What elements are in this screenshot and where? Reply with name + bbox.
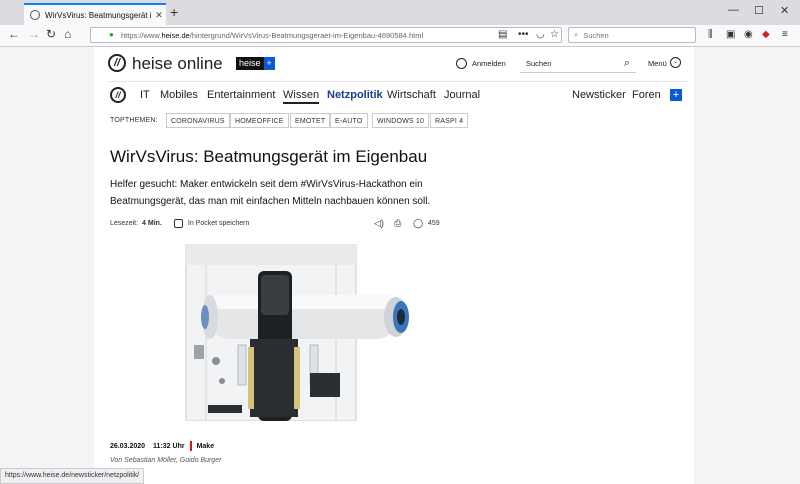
tab-title: WirVsVirus: Beatmungsgerät im [45,10,152,20]
plus-icon[interactable]: + [670,89,682,101]
library-icon[interactable]: ⫼ [708,29,713,40]
nav-item-wirtschaft[interactable]: Wirtschaft [387,89,436,101]
url-host: heise.de [161,30,190,40]
nav-item-entertainment[interactable]: Entertainment [207,89,275,101]
nav-item-newsticker[interactable]: Newsticker [572,89,626,101]
reader-view-icon[interactable]: ▤ [498,29,507,40]
nav-item-journal[interactable]: Journal [444,89,480,101]
user-icon[interactable] [456,58,467,69]
article-headline: WirVsVirus: Beatmungsgerät im Eigenbau [110,147,428,166]
search-icon[interactable]: ⌕ [624,57,630,70]
addon-icon[interactable]: ◆ [762,29,770,40]
login-link[interactable]: Anmelden [472,59,506,68]
comments-count[interactable]: 459 [428,220,440,227]
heise-plus-logo[interactable]: heise + [236,57,275,70]
pocket-icon[interactable] [173,219,183,228]
lock-icon: ● [109,30,114,39]
heise-plus-text: heise [239,58,261,68]
article-date: 26.03.2020 [110,442,146,450]
nav-item-it[interactable]: IT [140,89,150,101]
menu-button[interactable]: Menü [648,59,667,68]
tag-e-auto[interactable]: E-AUTO [330,113,368,128]
article-meta: Lesezeit: 4 Min. In Pocket speichern [110,219,249,228]
globe-icon [30,10,40,20]
pocket-toolbar-icon[interactable]: ◡ [536,29,545,40]
nav-item-netzpolitik[interactable]: Netzpolitik [327,89,383,101]
brand-title[interactable]: heise online [132,54,223,74]
article-dateline: 26.03.2020 11:32 Uhr Make [110,441,214,451]
article-section[interactable]: Make [197,443,215,450]
tag-windows-10[interactable]: WINDOWS 10 [372,113,430,128]
article-teaser: Helfer gesucht: Maker entwickeln seit de… [110,179,431,207]
close-window-icon[interactable]: ✕ [780,4,789,17]
site-search-placeholder: Suchen [526,59,552,68]
nav-item-mobiles[interactable]: Mobiles [160,89,198,101]
tag-raspi-4[interactable]: RASPI 4 [430,113,469,128]
speaker-icon[interactable]: ◁) [374,218,384,229]
topthemen-label: TOPTHEMEN: [110,117,158,124]
page-actions-icon[interactable]: ••• [518,29,529,40]
minimize-icon[interactable]: — [728,4,739,16]
close-tab-icon[interactable]: ✕ [152,10,166,21]
tag-homeoffice[interactable]: HOMEOFFICE [230,113,289,128]
heise-logo-small-icon[interactable]: // [110,87,126,103]
back-icon[interactable]: ← [8,27,20,41]
nav-divider [108,81,688,82]
article-time: 11:32 Uhr [153,442,185,450]
print-icon[interactable]: ⎙ [394,218,401,229]
article-authors: Von Sebastian Möller, Guido Burger [110,457,222,464]
pocket-save-link[interactable]: In Pocket speichern [188,220,249,227]
url-bar[interactable]: ● https://www. heise.de/hintergrund/WirVs… [90,27,562,43]
comment-icon[interactable]: ◯ [413,218,423,229]
home-icon[interactable]: ⌂ [64,27,71,41]
browser-search-input[interactable]: ⌕ Suchen [568,27,696,43]
article-image [110,241,440,421]
hamburger-menu-icon[interactable]: ≡ [782,29,788,40]
tag-emotet[interactable]: EMOTET [290,113,331,128]
url-prefix: https://www. [121,30,162,40]
extension-icon[interactable]: ◉ [744,29,753,40]
url-path: /hintergrund/WirVsVirus-Beatmungsgeraet-… [189,30,424,40]
maximize-icon[interactable]: ☐ [754,4,764,17]
bookmark-star-icon[interactable]: ☆ [550,29,559,40]
site-search-input[interactable]: Suchen ⌕ [520,55,636,73]
heise-logo-icon[interactable]: // [108,54,126,72]
heise-plus-sign: + [263,57,275,70]
reading-time: 4 Min. [142,220,162,227]
section-divider [189,441,192,451]
reload-icon[interactable]: ↻ [46,27,56,41]
browser-tab[interactable]: WirVsVirus: Beatmungsgerät im ✕ [24,3,166,25]
nav-item-wissen[interactable]: Wissen [283,89,320,104]
browser-search-placeholder: Suchen [583,30,609,40]
search-icon: ⌕ [574,30,579,39]
sidebar-icon[interactable]: ▣ [726,29,735,40]
nav-item-foren[interactable]: Foren [632,89,661,101]
new-tab-button[interactable]: + [170,4,178,20]
status-bar-url: https://www.heise.de/newsticker/netzpoli… [0,468,145,484]
reading-time-label: Lesezeit: [110,220,139,227]
chevron-down-icon[interactable]: ⌄ [670,57,681,68]
forward-icon[interactable]: → [28,27,40,41]
tag-coronavirus[interactable]: CORONAVIRUS [166,113,230,128]
